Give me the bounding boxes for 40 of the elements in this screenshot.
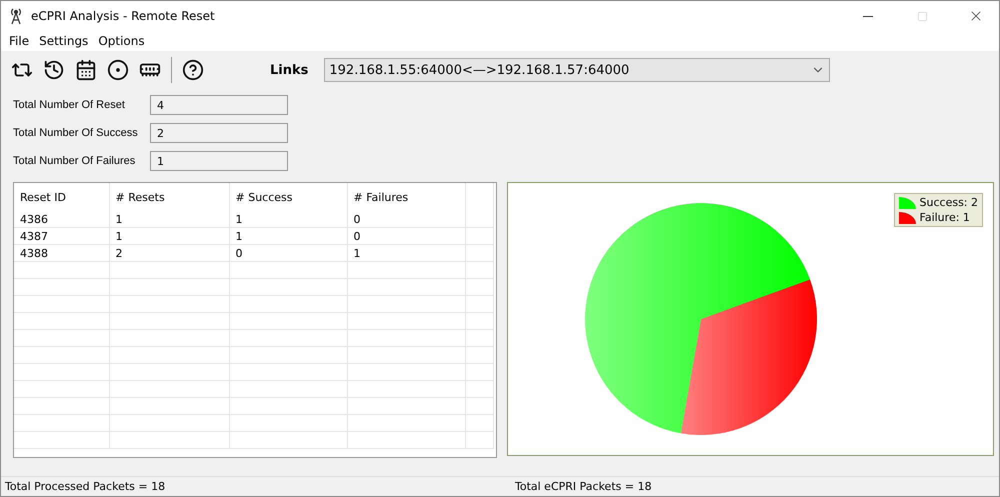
links-label: Links (270, 62, 308, 78)
table-cell: 4387 (14, 228, 109, 244)
legend-label: Success: 2 (920, 196, 978, 209)
menu-item[interactable]: Settings (35, 34, 94, 48)
table-cell: 1 (109, 228, 229, 244)
stat-field: 2 (150, 123, 288, 143)
stat-label: Total Number Of Reset (13, 99, 126, 111)
stat-label: Total Number Of Success (13, 127, 139, 139)
column-header[interactable]: Reset ID (14, 183, 109, 211)
column-header[interactable]: # Failures (347, 183, 465, 211)
stat-field: 1 (150, 151, 288, 171)
table-cell: 4388 (14, 244, 109, 262)
help-icon (182, 59, 204, 81)
table-cell: 1 (229, 228, 347, 244)
column-header[interactable]: # Resets (109, 183, 229, 211)
status-text: Total Processed Packets = 18 (4, 479, 166, 495)
column-header[interactable]: # Success (229, 183, 347, 211)
legend-label: Failure: 1 (920, 211, 970, 224)
table-cell: 1 (229, 211, 347, 228)
table-cell: 1 (109, 211, 229, 228)
table-cell: 2 (109, 244, 229, 262)
calendar-icon (75, 59, 97, 81)
table-cell: 0 (347, 211, 465, 228)
disc-icon (107, 59, 129, 81)
menu-item[interactable]: Options (94, 34, 151, 48)
toolbar-button[interactable] (180, 57, 206, 83)
table-cell: 4386 (14, 211, 109, 228)
toolbar-button[interactable] (105, 57, 131, 83)
antenna-icon (9, 7, 23, 25)
links-dropdown[interactable]: 192.168.1.55:64000<—>192.168.1.57:64000 (324, 58, 830, 82)
maximize-icon (916, 10, 928, 22)
history-icon (43, 59, 65, 81)
table-cell: 1 (347, 244, 465, 262)
table-cell: 0 (347, 228, 465, 244)
status-text: Total eCPRI Packets = 18 (514, 479, 652, 495)
stat-label: Total Number Of Failures (13, 155, 136, 167)
window-title: eCPRI Analysis - Remote Reset (31, 9, 216, 23)
menu-item[interactable]: File (5, 34, 36, 48)
stat-field: 4 (150, 95, 288, 115)
table-cell: 0 (229, 244, 347, 262)
